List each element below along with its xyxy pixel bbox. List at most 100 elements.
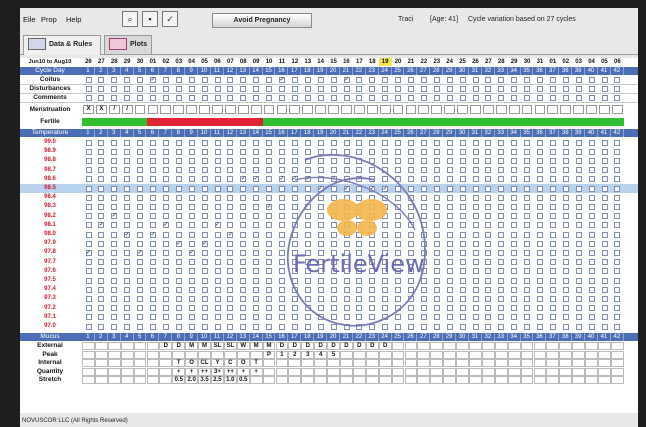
temperature-checkbox[interactable] bbox=[188, 139, 195, 146]
temperature-checkbox[interactable] bbox=[227, 167, 234, 174]
temperature-checkbox[interactable] bbox=[549, 277, 556, 284]
internal-cell[interactable] bbox=[533, 359, 547, 368]
disturbances-checkbox[interactable] bbox=[279, 86, 285, 92]
external-cell[interactable] bbox=[456, 342, 469, 351]
temperature-checkbox[interactable] bbox=[395, 314, 402, 321]
temperature-checkbox[interactable] bbox=[369, 157, 376, 164]
temperature-checkbox[interactable] bbox=[575, 185, 582, 192]
coitus-checkbox[interactable] bbox=[537, 77, 543, 83]
temperature-checkbox[interactable] bbox=[459, 323, 466, 330]
temperature-checkbox[interactable] bbox=[524, 194, 531, 201]
temperature-checkbox[interactable] bbox=[420, 213, 427, 220]
temperature-checkbox[interactable] bbox=[601, 295, 608, 302]
coitus-checkbox[interactable] bbox=[188, 77, 195, 83]
temperature-checkbox[interactable] bbox=[214, 277, 221, 284]
internal-cell[interactable] bbox=[610, 359, 624, 368]
temperature-checkbox[interactable] bbox=[485, 295, 492, 302]
temperature-checkbox[interactable] bbox=[291, 314, 298, 321]
temperature-checkbox[interactable] bbox=[382, 323, 389, 330]
temperature-checkbox[interactable] bbox=[524, 176, 531, 183]
comments-checkbox[interactable] bbox=[343, 95, 350, 101]
temperature-checkbox[interactable] bbox=[588, 222, 595, 229]
temperature-checkbox[interactable] bbox=[524, 323, 531, 330]
temperature-checkbox[interactable] bbox=[253, 139, 260, 146]
temperature-checkbox[interactable] bbox=[485, 314, 492, 321]
temperature-checkbox[interactable] bbox=[549, 314, 556, 321]
disturbances-checkbox[interactable] bbox=[588, 86, 595, 92]
menstruation-cell[interactable] bbox=[341, 105, 352, 114]
temperature-checkbox[interactable] bbox=[395, 185, 402, 192]
temperature-checkbox[interactable] bbox=[395, 277, 402, 284]
comments-checkbox[interactable] bbox=[330, 95, 337, 101]
peak-cell[interactable] bbox=[598, 350, 611, 359]
temperature-checkbox[interactable] bbox=[498, 213, 505, 220]
temperature-checkbox[interactable] bbox=[614, 139, 621, 146]
temperature-checkbox[interactable] bbox=[588, 148, 595, 155]
temperature-checkbox[interactable] bbox=[395, 148, 402, 155]
coitus-checkbox[interactable] bbox=[240, 77, 247, 83]
temperature-checkbox[interactable] bbox=[408, 295, 414, 302]
disturbances-checkbox[interactable] bbox=[369, 86, 376, 92]
external-cell[interactable] bbox=[610, 342, 624, 351]
stretch-cell[interactable] bbox=[120, 376, 134, 385]
stretch-cell[interactable] bbox=[133, 376, 147, 385]
internal-cell[interactable] bbox=[288, 359, 302, 368]
temperature-checkbox[interactable] bbox=[601, 176, 608, 183]
temperature-checkbox[interactable] bbox=[162, 249, 169, 256]
temperature-checkbox[interactable] bbox=[227, 194, 234, 201]
temperature-checkbox[interactable] bbox=[511, 305, 518, 312]
temperature-checkbox[interactable] bbox=[537, 249, 543, 256]
temperature-checkbox[interactable] bbox=[601, 194, 608, 201]
temperature-checkbox[interactable] bbox=[395, 231, 402, 238]
temperature-checkbox[interactable] bbox=[137, 323, 144, 330]
coitus-checkbox[interactable] bbox=[408, 77, 414, 83]
internal-cell[interactable] bbox=[314, 359, 328, 368]
temperature-checkbox[interactable] bbox=[459, 157, 466, 164]
comments-checkbox[interactable] bbox=[382, 95, 389, 101]
temperature-checkbox[interactable] bbox=[317, 286, 324, 293]
temperature-checkbox[interactable] bbox=[524, 167, 531, 174]
temperature-checkbox[interactable] bbox=[395, 194, 402, 201]
temperature-checkbox[interactable] bbox=[356, 167, 363, 174]
comments-checkbox[interactable] bbox=[588, 95, 595, 101]
temperature-checkbox[interactable] bbox=[124, 240, 131, 247]
stretch-cell[interactable] bbox=[391, 376, 405, 385]
temperature-checkbox[interactable] bbox=[382, 277, 389, 284]
temperature-checkbox[interactable] bbox=[549, 231, 556, 238]
temperature-checkbox[interactable] bbox=[614, 194, 621, 201]
temperature-checkbox[interactable] bbox=[498, 240, 505, 247]
comments-checkbox[interactable] bbox=[356, 95, 363, 101]
external-cell[interactable] bbox=[520, 342, 534, 351]
temperature-checkbox[interactable] bbox=[124, 194, 131, 201]
temperature-checkbox[interactable] bbox=[201, 167, 208, 174]
temperature-checkbox[interactable] bbox=[240, 295, 247, 302]
temperature-checkbox[interactable] bbox=[291, 194, 298, 201]
temperature-checkbox[interactable] bbox=[537, 213, 543, 220]
temperature-checkbox[interactable] bbox=[549, 305, 556, 312]
temperature-checkbox[interactable] bbox=[511, 222, 518, 229]
temperature-checkbox[interactable] bbox=[175, 139, 182, 146]
temperature-checkbox[interactable] bbox=[446, 148, 453, 155]
temperature-checkbox[interactable] bbox=[162, 314, 169, 321]
comments-checkbox[interactable] bbox=[459, 95, 466, 101]
peak-cell[interactable] bbox=[185, 350, 199, 359]
temperature-checkbox[interactable] bbox=[98, 176, 105, 183]
temperature-checkbox[interactable] bbox=[395, 305, 402, 312]
temperature-checkbox[interactable] bbox=[98, 213, 105, 220]
temperature-checkbox[interactable] bbox=[330, 139, 337, 146]
coitus-checkbox[interactable] bbox=[214, 77, 221, 83]
temperature-checkbox[interactable] bbox=[214, 157, 221, 164]
peak-cell[interactable] bbox=[417, 350, 431, 359]
temperature-checkbox[interactable] bbox=[137, 259, 144, 266]
internal-cell[interactable] bbox=[585, 359, 598, 368]
temperature-checkbox[interactable] bbox=[420, 176, 427, 183]
quantity-cell[interactable] bbox=[417, 367, 431, 376]
temperature-checkbox[interactable] bbox=[85, 295, 92, 302]
internal-cell[interactable] bbox=[146, 359, 160, 368]
temperature-checkbox[interactable] bbox=[356, 314, 363, 321]
comments-checkbox[interactable] bbox=[537, 95, 543, 101]
menstruation-cell[interactable] bbox=[534, 105, 546, 114]
temperature-checkbox[interactable] bbox=[291, 167, 298, 174]
temperature-checkbox[interactable] bbox=[240, 148, 247, 155]
disturbances-checkbox[interactable] bbox=[330, 86, 337, 92]
